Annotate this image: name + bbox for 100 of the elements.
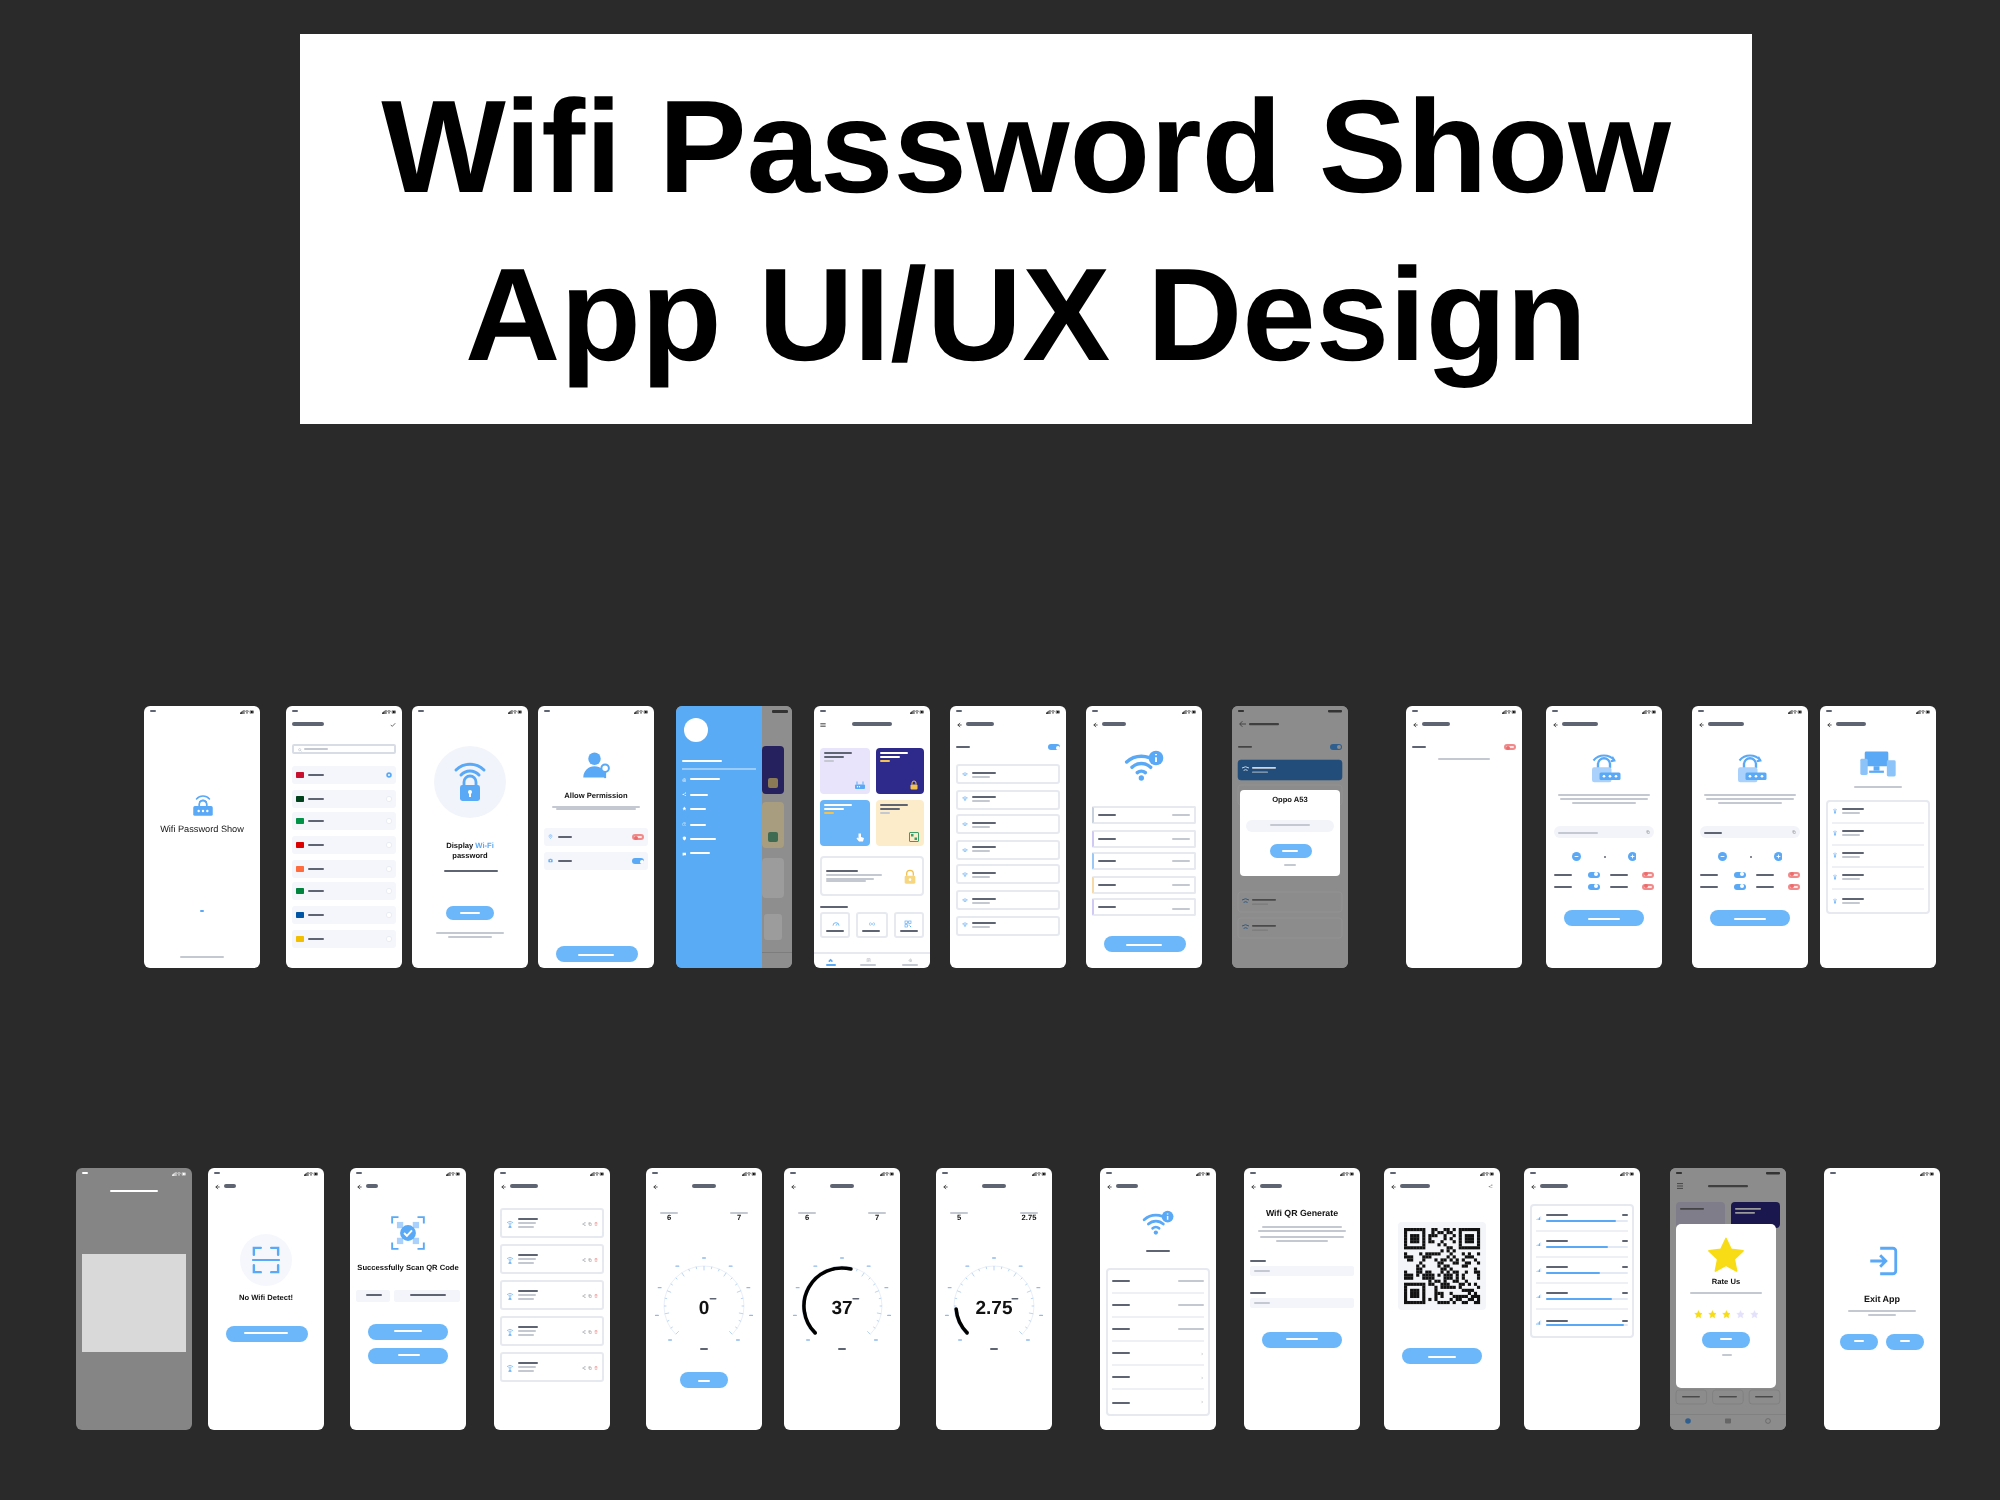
network-item[interactable]	[956, 889, 1060, 910]
nav-tab[interactable]	[860, 957, 877, 965]
back-icon[interactable]	[956, 721, 962, 727]
language-option[interactable]	[292, 836, 396, 855]
back-icon[interactable]	[1412, 721, 1418, 727]
back-icon[interactable]	[652, 1183, 658, 1189]
back-icon[interactable]	[214, 1183, 220, 1189]
wifi-info-icon	[1124, 750, 1164, 782]
network-item[interactable]	[956, 864, 1060, 885]
tool-card[interactable]	[893, 912, 924, 939]
blurred-text-line	[308, 820, 324, 823]
back-icon[interactable]	[356, 1183, 362, 1189]
blurred-text-line	[1554, 886, 1572, 888]
back-icon[interactable]	[1698, 721, 1704, 727]
blurred-text-line	[1720, 1338, 1732, 1341]
search-field[interactable]	[292, 744, 396, 754]
feature-card[interactable]	[875, 748, 924, 794]
generate-button[interactable]	[1710, 910, 1790, 926]
retry-button[interactable]	[225, 1325, 307, 1342]
connect-button[interactable]	[368, 1347, 448, 1364]
generate-button[interactable]	[1564, 910, 1644, 926]
blurred-text-line	[690, 838, 717, 840]
lock-password-icon	[1732, 750, 1768, 786]
toggle-switch[interactable]	[1788, 871, 1800, 878]
generate-button[interactable]	[1262, 1331, 1342, 1348]
rate-button[interactable]	[1702, 1331, 1750, 1348]
start-button[interactable]	[680, 1372, 728, 1389]
blurred-text-line	[1755, 874, 1773, 876]
toggle-switch[interactable]	[1587, 883, 1599, 890]
wifi-icon	[962, 847, 968, 853]
back-icon[interactable]	[942, 1183, 948, 1189]
text-field[interactable]	[1250, 1297, 1354, 1308]
toggle-switch[interactable]	[1642, 871, 1654, 878]
plus-icon[interactable]	[1627, 852, 1636, 862]
back-icon[interactable]	[1092, 721, 1098, 727]
back-icon[interactable]	[1390, 1183, 1396, 1189]
share-icon[interactable]	[1488, 1183, 1494, 1189]
blurred-text-line	[956, 746, 970, 748]
blurred-text-line	[308, 797, 324, 800]
blurred-text-line	[820, 906, 848, 909]
blurred-text-line	[901, 963, 918, 965]
language-option[interactable]	[292, 766, 396, 784]
menu-icon[interactable]	[820, 721, 826, 727]
toggle-switch[interactable]	[1733, 883, 1745, 890]
minus-icon[interactable]	[1718, 852, 1727, 862]
toggle-switch[interactable]	[1587, 871, 1599, 878]
text-field[interactable]	[1250, 1265, 1354, 1276]
language-option[interactable]	[292, 906, 396, 925]
toggle-switch[interactable]	[1642, 883, 1654, 890]
tool-card[interactable]	[820, 912, 851, 939]
back-icon[interactable]	[1552, 721, 1558, 727]
network-item[interactable]	[956, 814, 1060, 835]
blurred-text-line	[1704, 831, 1722, 834]
toggle-switch[interactable]	[1504, 744, 1516, 750]
toggle-switch[interactable]	[632, 834, 644, 841]
generate-button[interactable]	[1402, 1348, 1482, 1364]
home-icon	[828, 957, 834, 963]
share-icon	[682, 792, 687, 797]
back-icon[interactable]	[1826, 721, 1832, 727]
password-field[interactable]	[1246, 819, 1334, 832]
back-icon[interactable]	[1250, 1183, 1256, 1189]
language-option[interactable]	[292, 789, 396, 808]
back-icon[interactable]	[1530, 1183, 1536, 1189]
stay-button[interactable]	[1840, 1333, 1878, 1350]
signal-bars-icon	[1536, 1215, 1542, 1221]
toggle-switch[interactable]	[1048, 744, 1060, 750]
blurred-text-line	[1112, 1376, 1130, 1378]
blurred-text-line	[510, 1184, 538, 1188]
connect-button[interactable]	[1103, 936, 1185, 952]
exit-button[interactable]	[1886, 1333, 1924, 1350]
wifi-icon	[962, 872, 968, 878]
phone-wifi-icon	[1832, 874, 1838, 881]
network-item[interactable]	[956, 839, 1060, 860]
save-button[interactable]	[368, 1323, 448, 1340]
network-item[interactable]	[956, 764, 1060, 784]
check-icon[interactable]	[390, 721, 396, 727]
continue-button[interactable]	[446, 906, 494, 921]
speed-reading: 37	[831, 1297, 853, 1320]
minus-icon[interactable]	[1572, 852, 1581, 862]
blurred-text-line	[578, 953, 614, 955]
back-icon[interactable]	[1106, 1183, 1112, 1189]
connect-button[interactable]	[1269, 843, 1311, 858]
plus-icon[interactable]	[1773, 852, 1782, 862]
back-icon[interactable]	[790, 1183, 796, 1189]
feature-card[interactable]	[875, 800, 924, 846]
nav-tab[interactable]	[826, 957, 837, 965]
network-item[interactable]	[956, 789, 1060, 810]
blurred-text-line	[1284, 864, 1296, 866]
toggle-switch[interactable]	[1788, 883, 1800, 890]
star-rating[interactable]	[1693, 1310, 1759, 1320]
allow-button[interactable]	[555, 946, 637, 962]
toggle-switch[interactable]	[632, 858, 644, 865]
tool-card[interactable]	[856, 912, 888, 939]
password-field[interactable]	[1700, 826, 1800, 839]
saved-password-card[interactable]	[820, 856, 924, 896]
password-field[interactable]	[1554, 826, 1654, 839]
network-item[interactable]	[956, 915, 1060, 936]
toggle-switch[interactable]	[1733, 871, 1745, 878]
nav-tab[interactable]	[901, 957, 918, 965]
back-icon[interactable]	[500, 1183, 506, 1189]
